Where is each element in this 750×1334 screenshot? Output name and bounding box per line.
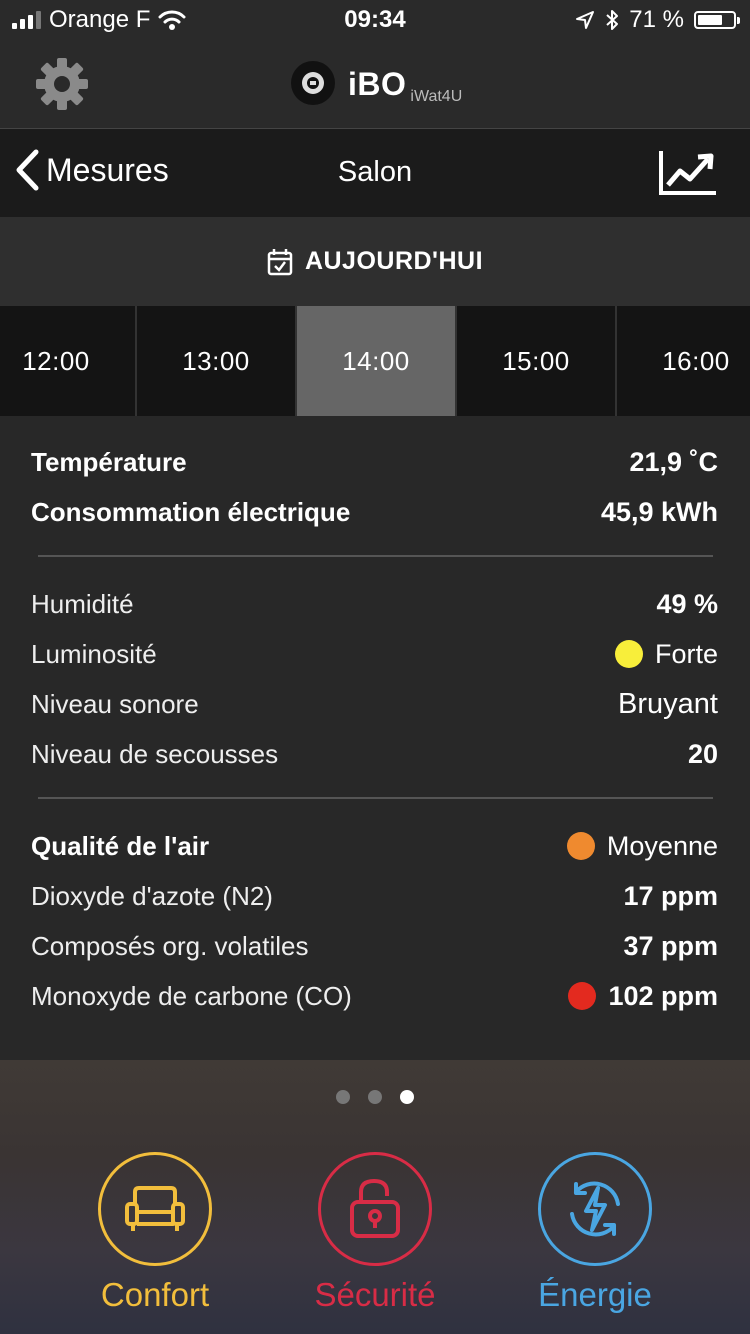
time-slot-label: 14:00 (342, 345, 410, 376)
time-slot[interactable]: 12:00 (0, 306, 137, 416)
page-dot[interactable] (368, 1090, 382, 1104)
measure-value: 20 (687, 738, 718, 769)
tab-confort[interactable]: Confort (75, 1152, 235, 1314)
measure-value: 102 ppm (608, 980, 718, 1011)
battery-percent: 71 % (629, 6, 684, 33)
energy-bolt-icon (570, 1181, 620, 1237)
page-dot[interactable] (336, 1090, 350, 1104)
location-arrow-icon (576, 11, 595, 29)
tab-label: Énergie (538, 1276, 652, 1313)
measure-consumption: Consommation électrique 45,9 kWh (31, 492, 718, 532)
air-quality-indicator-dot (566, 832, 595, 860)
measure-label: Humidité (31, 588, 134, 619)
nav-bar: Mesures Salon (0, 129, 750, 217)
time-slot[interactable]: 14:00 (297, 306, 457, 416)
time-slot[interactable]: 13:00 (137, 306, 297, 416)
measure-no2: Dioxyde d'azote (N2) 17 ppm (31, 876, 718, 916)
time-slot-label: 13:00 (182, 345, 250, 376)
battery-icon (694, 11, 740, 29)
gear-icon[interactable] (34, 56, 90, 112)
back-button[interactable]: Mesures (14, 149, 169, 191)
measure-value: 45,9 kWh (600, 496, 718, 527)
unlocked-padlock-icon (350, 1179, 400, 1238)
measure-temperature: Température 21,9 ˚C (31, 442, 718, 482)
measure-label: Température (31, 446, 187, 477)
measure-label: Luminosité (31, 638, 157, 669)
confort-circle (98, 1152, 212, 1266)
page-dot[interactable] (400, 1090, 414, 1104)
measure-value: 17 ppm (623, 880, 718, 911)
measure-value-group: Forte (614, 638, 718, 670)
divider (38, 797, 713, 799)
status-right: 71 % (575, 6, 740, 34)
app-header: iBO iWat4U (0, 40, 750, 129)
measure-humidity: Humidité 49 % (31, 584, 718, 624)
measure-air-quality: Qualité de l'air Moyenne (31, 826, 718, 866)
measure-shakes: Niveau de secousses 20 (31, 734, 718, 774)
app-brand: iBO iWat4U (290, 60, 462, 106)
measure-value-group: Moyenne (566, 830, 718, 862)
measure-value: 49 % (656, 588, 718, 619)
line-chart-icon[interactable] (658, 149, 718, 197)
date-label: AUJOURD'HUI (304, 247, 484, 275)
measure-label: Composés org. volatiles (31, 930, 309, 961)
time-slot-label: 12:00 (22, 345, 90, 376)
back-button-label: Mesures (46, 151, 169, 188)
app-name: iBO (348, 66, 407, 102)
measure-value: 37 ppm (623, 930, 718, 961)
page-indicator (0, 1090, 750, 1104)
co-alert-dot (568, 982, 597, 1010)
bluetooth-icon (606, 10, 619, 30)
measure-value: Moyenne (606, 830, 718, 861)
status-bar: Orange F 09:34 71 % (0, 0, 750, 40)
measures-panel: Température 21,9 ˚C Consommation électri… (0, 416, 750, 1060)
measure-value-group: 102 ppm (568, 981, 718, 1012)
securite-circle (318, 1152, 432, 1266)
measure-sound: Niveau sonore Bruyant (31, 684, 718, 724)
energie-circle (538, 1152, 652, 1266)
time-slot-row: 12:00 13:00 14:00 15:00 16:00 (0, 306, 750, 416)
measure-label: Dioxyde d'azote (N2) (31, 880, 273, 911)
ibo-logo-icon (291, 61, 335, 105)
measure-value: Bruyant (618, 687, 718, 720)
time-slot[interactable]: 15:00 (457, 306, 617, 416)
time-slot[interactable]: 16:00 (617, 306, 750, 416)
measure-label: Qualité de l'air (31, 830, 210, 861)
app-subtitle: iWat4U (410, 88, 463, 105)
tab-securite[interactable]: Sécurité (295, 1152, 455, 1314)
calendar-check-icon (267, 248, 293, 275)
measure-luminosity: Luminosité Forte (31, 634, 718, 674)
time-slot-label: 16:00 (662, 345, 730, 376)
luminosity-indicator-dot (614, 640, 643, 668)
date-selector[interactable]: AUJOURD'HUI (0, 217, 750, 306)
measure-label: Niveau sonore (31, 688, 199, 719)
divider (38, 555, 713, 557)
tab-energie[interactable]: Énergie (515, 1152, 675, 1314)
measure-value: 21,9 ˚C (629, 446, 718, 477)
time-slot-label: 15:00 (502, 345, 570, 376)
measure-voc: Composés org. volatiles 37 ppm (31, 926, 718, 966)
tab-label: Sécurité (314, 1276, 436, 1313)
measure-label: Consommation électrique (31, 496, 351, 527)
sofa-icon (125, 1186, 185, 1231)
measure-value: Forte (654, 638, 718, 669)
measure-label: Niveau de secousses (31, 738, 279, 769)
bottom-dashboard: Confort Sécurité Énergie (0, 1060, 750, 1334)
measure-co: Monoxyde de carbone (CO) 102 ppm (31, 976, 718, 1016)
chevron-left-icon (16, 149, 39, 191)
tab-label: Confort (100, 1276, 210, 1313)
measure-label: Monoxyde de carbone (CO) (31, 980, 352, 1011)
